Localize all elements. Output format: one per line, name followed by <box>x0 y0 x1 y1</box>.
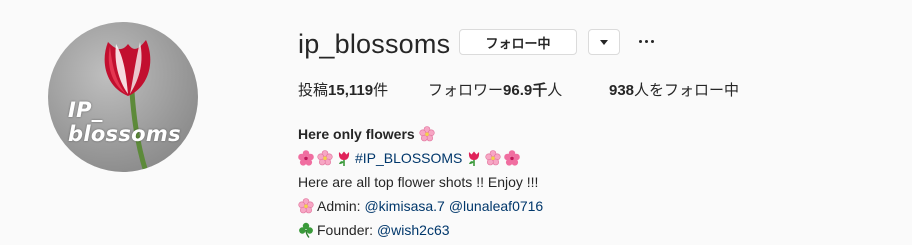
posts-count: 投稿15,119件 <box>298 81 388 101</box>
followers-unit: 人 <box>547 82 563 99</box>
more-options-icon <box>638 39 654 43</box>
posts-label: 投稿 <box>298 82 329 99</box>
shamrock-icon <box>298 222 314 238</box>
cherry-blossom-icon <box>317 150 333 166</box>
following-link[interactable]: 938人をフォロー中 <box>609 81 739 101</box>
cherry-blossom-icon <box>419 126 435 142</box>
cherry-blossom-icon <box>485 150 501 166</box>
avatar-text-line1: IP_ <box>68 98 103 122</box>
hashtag-link[interactable]: #IP_BLOSSOMS <box>355 146 462 170</box>
followers-number: 96.9千 <box>503 82 548 99</box>
founder-label: Founder: <box>317 222 377 238</box>
profile-avatar[interactable]: IP_ blossoms <box>48 22 198 172</box>
avatar-logo-text: IP_ blossoms <box>68 98 181 146</box>
profile-display-name: Here only flowers <box>298 126 415 142</box>
chevron-down-icon <box>600 39 608 45</box>
tulip-icon <box>466 150 482 166</box>
following-number: 938 <box>609 82 635 99</box>
following-label: 人をフォロー中 <box>634 82 740 99</box>
admin-mention-1[interactable]: @kimisasa.7 <box>364 194 444 218</box>
founder-mention[interactable]: @wish2c63 <box>377 218 450 242</box>
profile-bio: Here only flowers #IP_BLOSSOMS Here are … <box>298 122 543 242</box>
admin-mention-2[interactable]: @lunaleaf0716 <box>449 194 543 218</box>
posts-unit: 件 <box>373 82 389 99</box>
suggestions-dropdown-button[interactable] <box>588 29 620 55</box>
posts-number: 15,119 <box>328 82 374 99</box>
followers-link[interactable]: フォロワー96.9千人 <box>428 81 562 101</box>
followers-label: フォロワー <box>428 82 504 99</box>
profile-username: ip_blossoms <box>298 29 451 59</box>
more-options-button[interactable] <box>634 31 658 51</box>
avatar-text-line2: blossoms <box>68 122 181 146</box>
cherry-blossom-icon <box>298 198 314 214</box>
following-button[interactable]: フォロー中 <box>459 29 577 55</box>
hibiscus-icon <box>504 150 521 166</box>
bio-tagline: Here are all top flower shots !! Enjoy !… <box>298 174 539 190</box>
tulip-photo <box>104 40 151 172</box>
admin-label: Admin: <box>317 198 365 214</box>
tulip-icon <box>336 150 352 166</box>
hibiscus-icon <box>298 150 314 166</box>
